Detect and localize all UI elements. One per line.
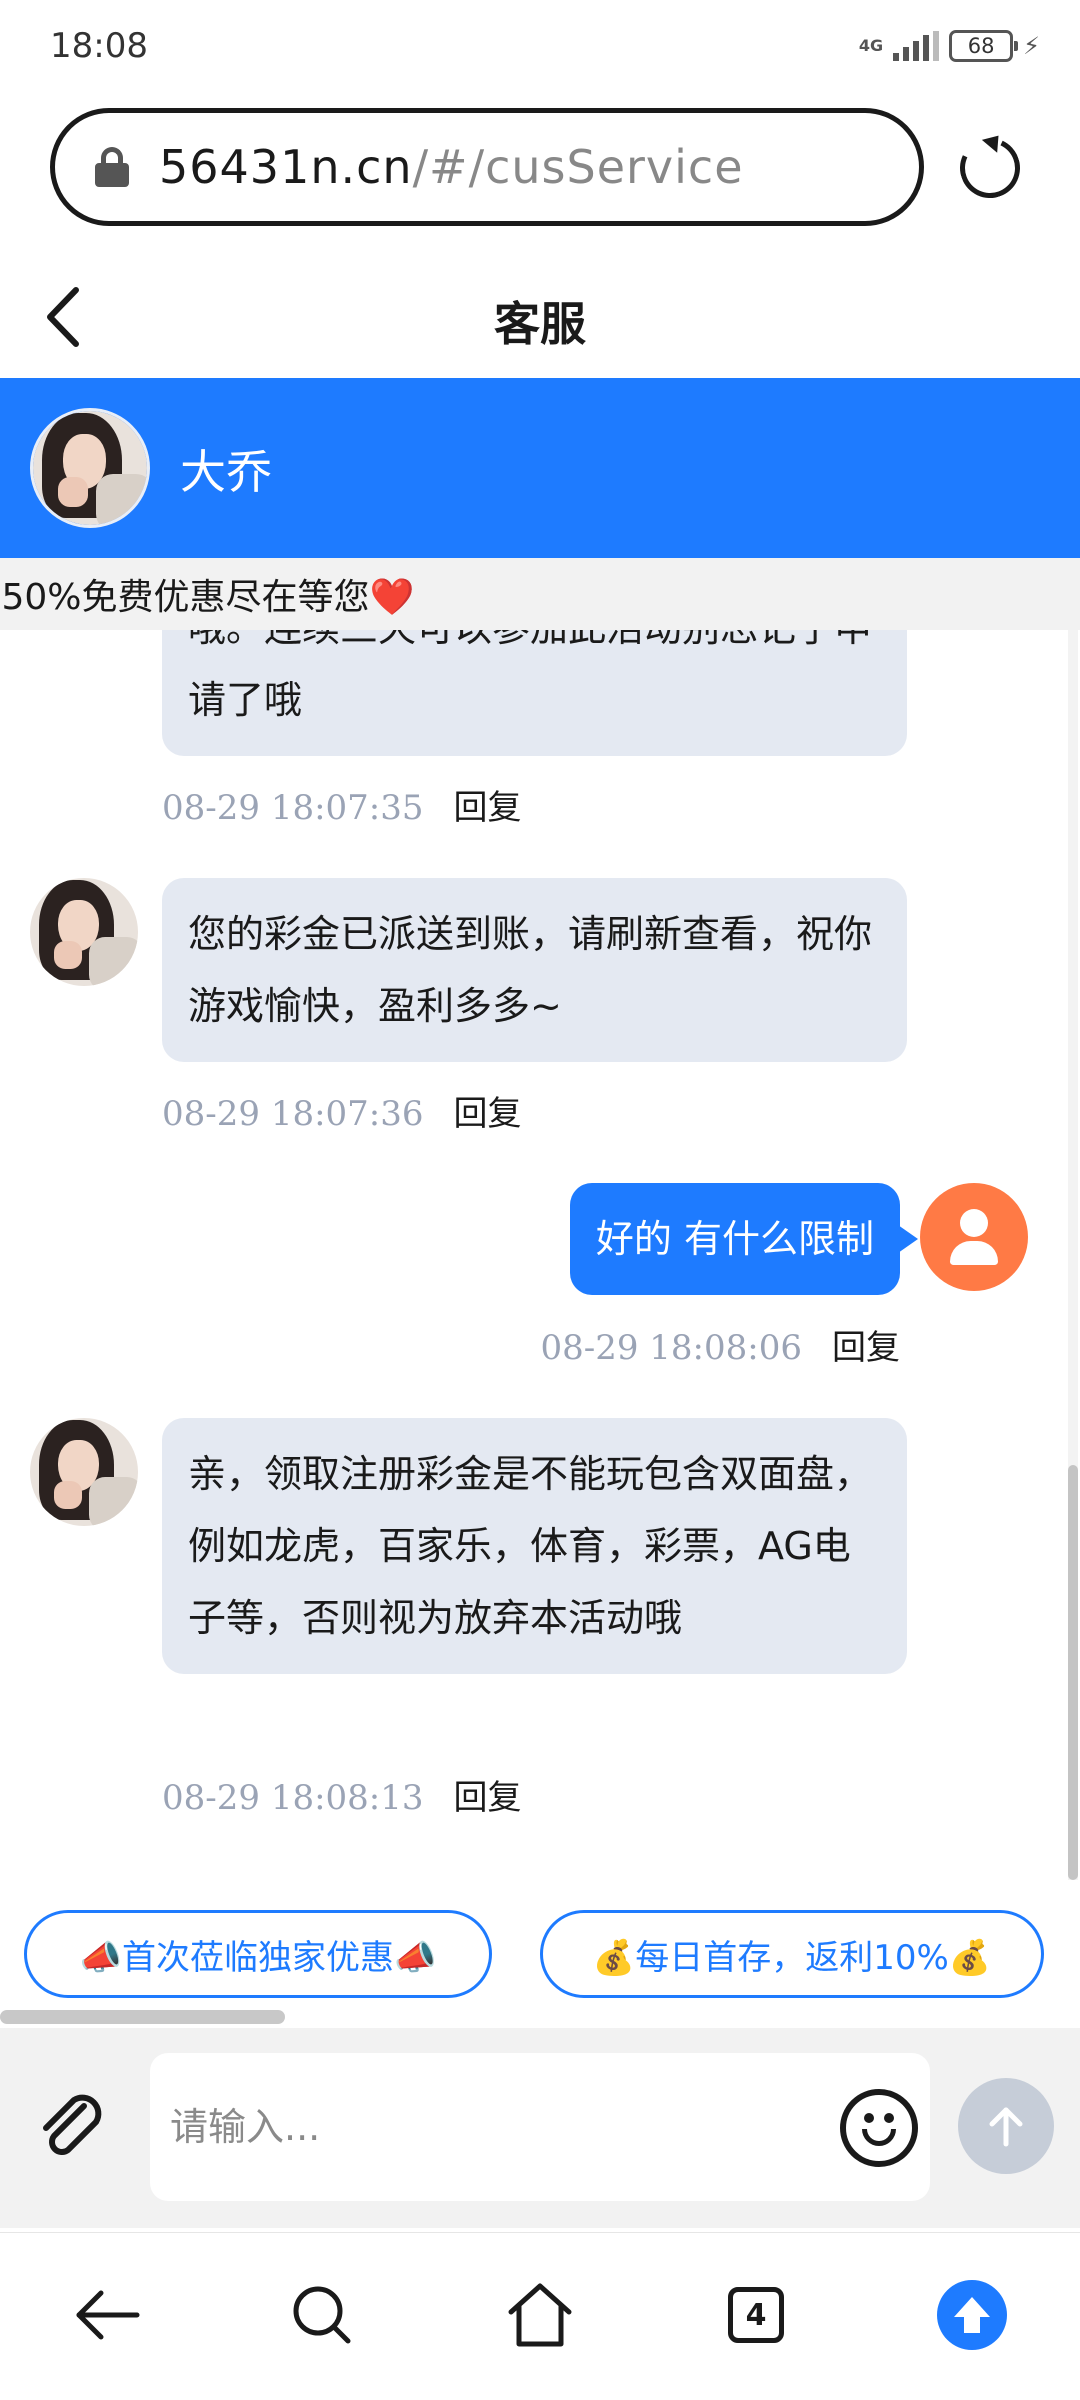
promo-marquee: .50%免费优惠尽在等您❤️ — [0, 558, 1080, 630]
message-time: 08-29 18:08:06 — [540, 1328, 802, 1368]
message-meta: 08-29 18:08:06 回复 — [540, 1320, 900, 1369]
nav-home-button[interactable] — [500, 2275, 580, 2355]
page-title: 客服 — [494, 297, 586, 351]
home-icon — [508, 2283, 572, 2347]
agent-message-bubble: 哦。连续三天可以参加此活动别忘记了申请了哦 — [162, 630, 907, 756]
message-text: 好的 有什么限制 — [595, 1217, 874, 1261]
chat-area[interactable]: 哦。连续三天可以参加此活动别忘记了申请了哦 08-29 18:07:35 回复 您… — [0, 630, 1080, 1880]
battery-icon: 68 — [949, 30, 1019, 62]
nav-tabs-button[interactable]: 4 — [716, 2275, 796, 2355]
message-input[interactable] — [170, 2083, 770, 2171]
message-meta: 08-29 18:08:13 回复 — [162, 1770, 522, 1819]
signal-icon — [893, 31, 940, 61]
page-header: 客服 — [0, 250, 1080, 380]
agent-header: 大乔 — [0, 378, 1080, 558]
send-button[interactable] — [958, 2078, 1054, 2174]
quick-reply-daily-deposit[interactable]: 💰每日首存，返利10%💰 — [540, 1910, 1044, 1998]
reply-button[interactable]: 回复 — [454, 1778, 522, 1818]
charging-icon: ⚡ — [1023, 32, 1040, 60]
network-type: 4G — [858, 36, 884, 55]
marquee-text: .50%免费优惠尽在等您❤️ — [0, 568, 414, 620]
reply-button[interactable]: 回复 — [832, 1328, 900, 1368]
paperclip-icon[interactable] — [32, 2088, 112, 2168]
upload-arrow-icon — [937, 2280, 1007, 2350]
lock-icon — [95, 147, 129, 187]
quick-reply-first-visit[interactable]: 📣首次莅临独家优惠📣 — [24, 1910, 492, 1998]
url-text[interactable]: 56431n.cn/#/cusService — [159, 140, 744, 194]
battery-level: 68 — [967, 34, 995, 58]
address-bar[interactable]: 56431n.cn/#/cusService — [50, 108, 924, 226]
status-indicators: 4G 68 ⚡ — [859, 30, 1040, 62]
refresh-icon[interactable] — [951, 129, 1029, 207]
message-text: 亲，领取注册彩金是不能玩包含双面盘，例如龙虎，百家乐，体育，彩票，AG电子等，否… — [188, 1452, 873, 1640]
emoji-icon[interactable] — [840, 2089, 918, 2167]
agent-message-bubble: 您的彩金已派送到账，请刷新查看，祝你游戏愉快，盈利多多~ — [162, 878, 907, 1062]
message-time: 08-29 18:07:36 — [162, 1094, 424, 1134]
status-bar: 18:08 4G 68 ⚡ — [0, 0, 1080, 96]
tabs-count: 4 — [728, 2287, 784, 2343]
search-icon — [293, 2286, 351, 2344]
message-input-container — [150, 2053, 930, 2201]
marquee-label: .50%免费优惠尽在等您 — [0, 577, 370, 618]
arrow-up-icon — [989, 2107, 1023, 2147]
user-avatar-icon — [920, 1183, 1028, 1291]
arrow-left-icon — [76, 2290, 140, 2340]
message-meta: 08-29 18:07:35 回复 — [162, 780, 522, 829]
url-path: /#/cusService — [412, 140, 744, 194]
browser-bottom-nav: 4 — [0, 2232, 1080, 2400]
nav-upload-button[interactable] — [932, 2275, 1012, 2355]
nav-back-button[interactable] — [68, 2275, 148, 2355]
reply-button[interactable]: 回复 — [454, 1094, 522, 1134]
message-time: 08-29 18:07:35 — [162, 788, 424, 828]
agent-message-bubble: 亲，领取注册彩金是不能玩包含双面盘，例如龙虎，百家乐，体育，彩票，AG电子等，否… — [162, 1418, 907, 1674]
quick-replies: 📣首次莅临独家优惠📣 💰每日首存，返利10%💰 — [0, 1880, 1080, 2020]
url-host: 56431n.cn — [159, 140, 413, 194]
message-meta: 08-29 18:07:36 回复 — [162, 1086, 522, 1135]
agent-name: 大乔 — [180, 445, 272, 499]
agent-avatar — [30, 408, 150, 528]
message-text: 您的彩金已派送到账，请刷新查看，祝你游戏愉快，盈利多多~ — [188, 912, 873, 1028]
user-message-bubble: 好的 有什么限制 — [569, 1183, 919, 1295]
input-bar — [0, 2028, 1080, 2228]
message-time: 08-29 18:08:13 — [162, 1778, 424, 1818]
agent-avatar-small — [30, 1418, 138, 1526]
quick-replies-scrollbar[interactable] — [0, 2010, 285, 2024]
nav-search-button[interactable] — [282, 2275, 362, 2355]
status-time: 18:08 — [50, 26, 148, 66]
reply-button[interactable]: 回复 — [454, 788, 522, 828]
chat-scrollbar-thumb[interactable] — [1068, 1465, 1078, 1880]
agent-avatar-small — [30, 878, 138, 986]
heart-icon: ❤️ — [369, 577, 415, 618]
message-text: 哦。连续三天可以参加此活动别忘记了申请了哦 — [188, 630, 872, 722]
